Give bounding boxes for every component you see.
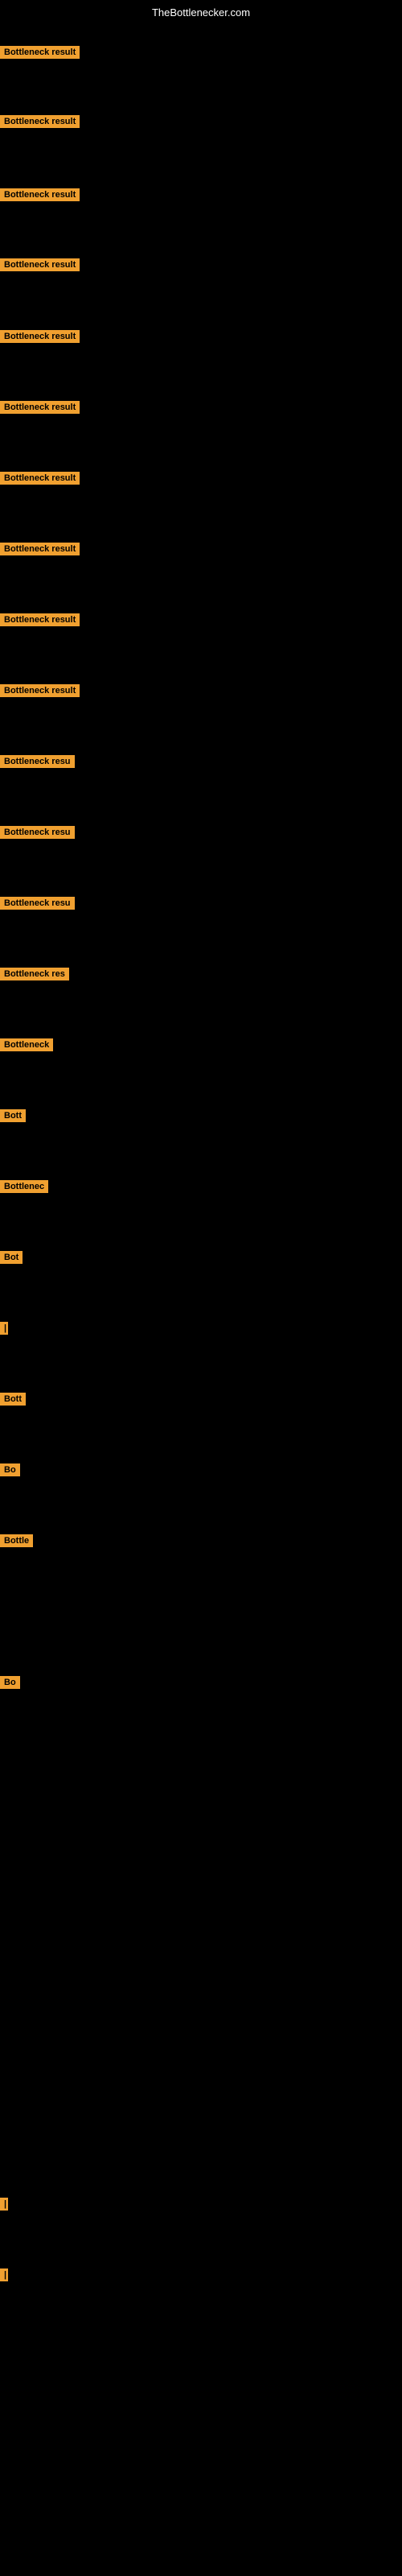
- badge-wrapper-7: Bottleneck result: [0, 543, 80, 559]
- bottleneck-result-badge[interactable]: Bottleneck resu: [0, 897, 75, 910]
- badge-wrapper-0: Bottleneck result: [0, 46, 80, 63]
- bottleneck-result-badge[interactable]: Bottleneck: [0, 1038, 53, 1051]
- bottleneck-result-badge[interactable]: Bottleneck result: [0, 188, 80, 201]
- bottleneck-result-badge[interactable]: Bottleneck result: [0, 684, 80, 697]
- badge-wrapper-23: |: [0, 2198, 5, 2215]
- badge-wrapper-9: Bottleneck result: [0, 684, 80, 701]
- bottleneck-result-badge[interactable]: Bottleneck result: [0, 258, 80, 271]
- badge-wrapper-12: Bottleneck resu: [0, 897, 75, 914]
- badge-wrapper-11: Bottleneck resu: [0, 826, 75, 843]
- badge-wrapper-14: Bottleneck: [0, 1038, 53, 1055]
- bottleneck-result-badge[interactable]: Bot: [0, 1251, 23, 1264]
- badge-wrapper-5: Bottleneck result: [0, 401, 80, 418]
- bottleneck-result-badge[interactable]: Bo: [0, 1463, 20, 1476]
- bottleneck-result-badge[interactable]: Bottleneck result: [0, 46, 80, 59]
- badge-wrapper-10: Bottleneck resu: [0, 755, 75, 772]
- bottleneck-result-badge[interactable]: Bottlenec: [0, 1180, 48, 1193]
- bottleneck-result-badge[interactable]: Bottleneck result: [0, 115, 80, 128]
- bottleneck-result-badge[interactable]: Bottleneck result: [0, 613, 80, 626]
- bottleneck-result-badge[interactable]: Bo: [0, 1676, 20, 1689]
- bottleneck-result-badge[interactable]: Bottleneck result: [0, 401, 80, 414]
- bottleneck-result-badge[interactable]: Bott: [0, 1109, 26, 1122]
- bottleneck-result-badge[interactable]: |: [0, 2198, 8, 2211]
- badge-wrapper-1: Bottleneck result: [0, 115, 80, 132]
- badge-wrapper-6: Bottleneck result: [0, 472, 80, 489]
- badge-wrapper-22: Bo: [0, 1676, 20, 1693]
- badge-wrapper-24: |: [0, 2268, 5, 2285]
- bottleneck-result-badge[interactable]: |: [0, 1322, 8, 1335]
- badge-wrapper-16: Bottlenec: [0, 1180, 48, 1197]
- bottleneck-result-badge[interactable]: Bottleneck resu: [0, 755, 75, 768]
- bottleneck-result-badge[interactable]: Bottle: [0, 1534, 33, 1547]
- bottleneck-result-badge[interactable]: Bottleneck result: [0, 472, 80, 485]
- badge-wrapper-18: |: [0, 1322, 5, 1339]
- badge-wrapper-8: Bottleneck result: [0, 613, 80, 630]
- badge-wrapper-21: Bottle: [0, 1534, 33, 1551]
- bottleneck-result-badge[interactable]: |: [0, 2268, 8, 2281]
- bottleneck-result-badge[interactable]: Bottleneck resu: [0, 826, 75, 839]
- badge-wrapper-19: Bott: [0, 1393, 26, 1410]
- badge-wrapper-17: Bot: [0, 1251, 23, 1268]
- badge-wrapper-13: Bottleneck res: [0, 968, 69, 985]
- badge-wrapper-3: Bottleneck result: [0, 258, 80, 275]
- badge-wrapper-4: Bottleneck result: [0, 330, 80, 347]
- badge-wrapper-20: Bo: [0, 1463, 20, 1480]
- badge-wrapper-15: Bott: [0, 1109, 26, 1126]
- bottleneck-result-badge[interactable]: Bottleneck result: [0, 330, 80, 343]
- bottleneck-result-badge[interactable]: Bottleneck result: [0, 543, 80, 555]
- bottleneck-result-badge[interactable]: Bottleneck res: [0, 968, 69, 980]
- badge-wrapper-2: Bottleneck result: [0, 188, 80, 205]
- bottleneck-result-badge[interactable]: Bott: [0, 1393, 26, 1406]
- site-title: TheBottlenecker.com: [0, 3, 402, 22]
